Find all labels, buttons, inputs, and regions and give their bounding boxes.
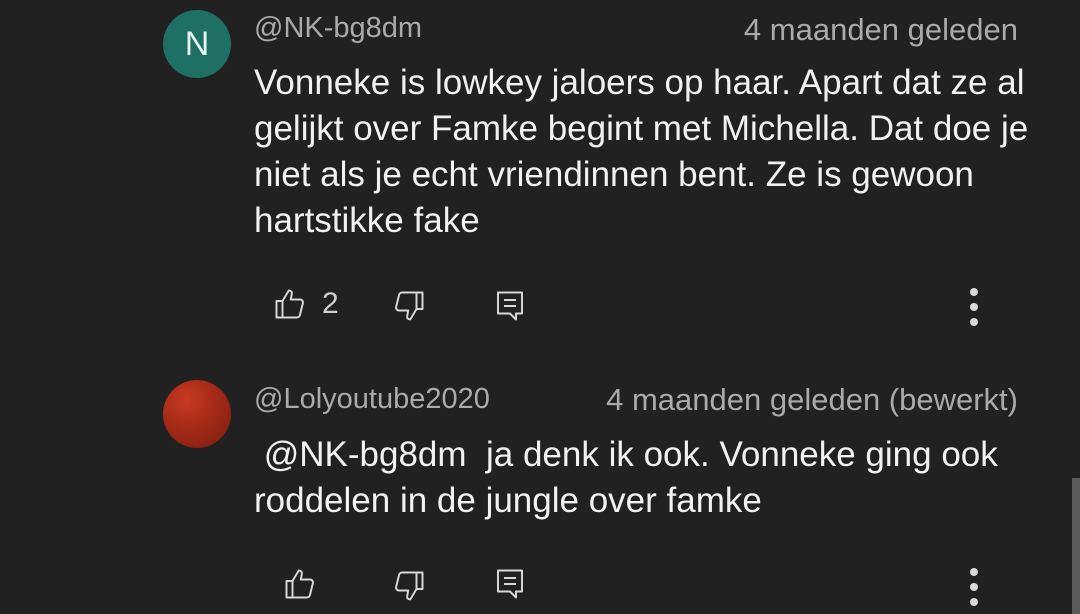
avatar-letter: N [184, 24, 210, 63]
reply-button[interactable] [492, 288, 528, 324]
comment-timestamp[interactable]: 4 maanden geleden (bewerkt) [606, 382, 1018, 418]
like-button[interactable]: 2 [272, 286, 339, 322]
comment-text: @NK-bg8dm ja denk ik ook. Vonneke ging o… [254, 435, 1008, 520]
more-options-button[interactable] [960, 566, 988, 608]
comment-timestamp[interactable]: 4 maanden geleden [744, 12, 1018, 48]
comments-page: N @NK-bg8dm 4 maanden geleden Vonneke is… [0, 0, 1080, 614]
reply-button[interactable] [492, 566, 528, 602]
thumbs-up-icon [272, 286, 308, 322]
comment-text: Vonneke is lowkey jaloers op haar. Apart… [254, 63, 1029, 240]
avatar[interactable] [163, 380, 231, 448]
thumbs-down-icon [391, 288, 427, 324]
thumbs-up-icon [282, 566, 318, 602]
reply-icon [492, 288, 528, 324]
comment-author[interactable]: @NK-bg8dm [254, 12, 422, 45]
more-vertical-icon [960, 286, 988, 328]
more-vertical-icon [960, 566, 988, 608]
like-button[interactable] [282, 566, 332, 602]
dislike-button[interactable] [391, 288, 427, 324]
reply-icon [492, 566, 528, 602]
dislike-button[interactable] [391, 568, 427, 604]
more-options-button[interactable] [960, 286, 988, 328]
like-count: 2 [322, 287, 339, 320]
avatar[interactable]: N [163, 10, 231, 78]
comment-author[interactable]: @Lolyoutube2020 [254, 383, 490, 416]
scrollbar[interactable] [1072, 478, 1080, 614]
thumbs-down-icon [391, 568, 427, 604]
